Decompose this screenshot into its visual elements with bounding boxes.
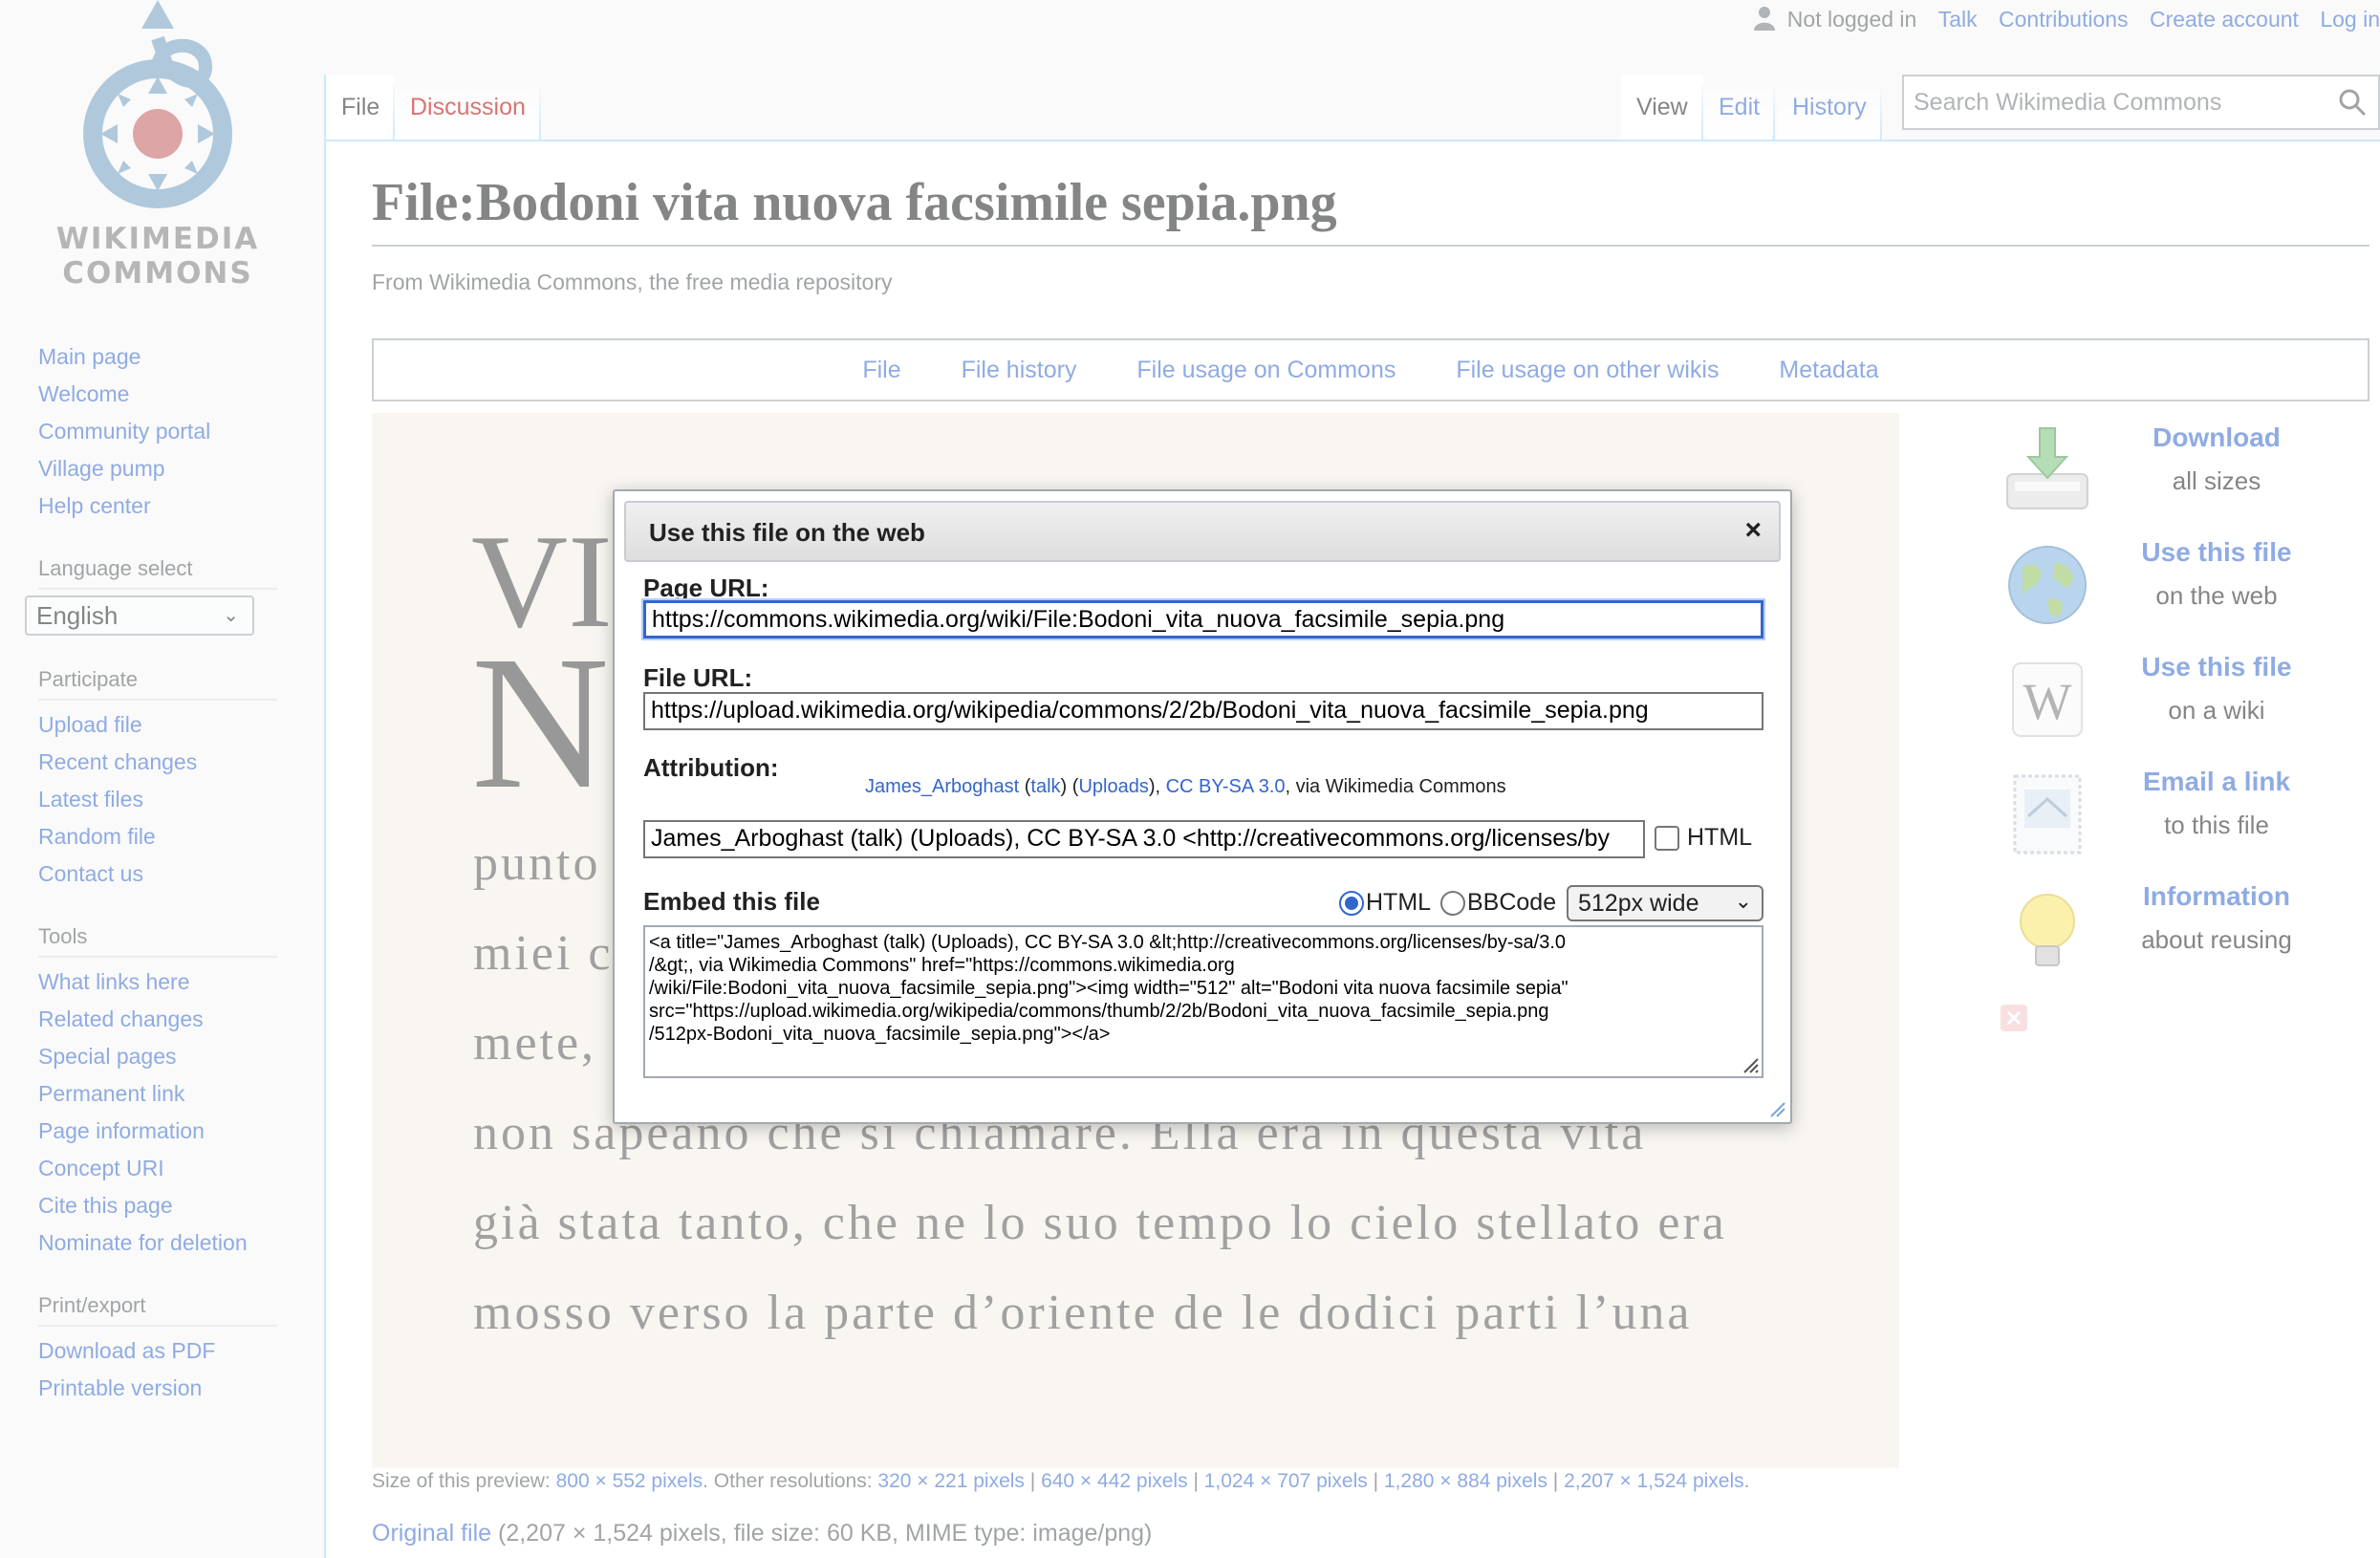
bbcode-radio[interactable] bbox=[1440, 891, 1465, 916]
attribution-via: , via Wikimedia Commons bbox=[1285, 776, 1506, 797]
html-radio-label: HTML bbox=[1366, 889, 1432, 916]
attribution-talk-link[interactable]: talk bbox=[1030, 776, 1060, 797]
embed-code-textarea[interactable]: <a title="James_Arboghast (talk) (Upload… bbox=[643, 925, 1763, 1078]
file-url-field[interactable]: https://upload.wikimedia.org/wikipedia/c… bbox=[643, 692, 1763, 730]
attribution-license-link[interactable]: CC BY-SA 3.0 bbox=[1166, 776, 1286, 797]
html-checkbox[interactable] bbox=[1655, 826, 1679, 851]
bbcode-radio-label: BBCode bbox=[1467, 889, 1557, 916]
attribution-uploads-link[interactable]: Uploads bbox=[1078, 776, 1148, 797]
embed-code-text: <a title="James_Arboghast (talk) (Upload… bbox=[649, 932, 1569, 1045]
dialog-resize-handle-icon[interactable] bbox=[1765, 1097, 1786, 1118]
use-file-on-web-dialog: Use this file on the web × Page URL: htt… bbox=[613, 489, 1792, 1124]
html-radio[interactable] bbox=[1339, 891, 1364, 916]
dialog-title: Use this file on the web bbox=[649, 518, 925, 547]
attribution-field[interactable]: James_Arboghast (talk) (Uploads), CC BY-… bbox=[643, 820, 1645, 858]
file-url-label: File URL: bbox=[643, 663, 753, 692]
size-select[interactable]: 512px wide ⌄ bbox=[1567, 885, 1763, 921]
chevron-down-icon: ⌄ bbox=[1734, 889, 1752, 913]
page-url-label: Page URL: bbox=[643, 573, 769, 602]
attribution-label: Attribution: bbox=[643, 753, 779, 782]
attribution-preview: James_Arboghast (talk) (Uploads), CC BY-… bbox=[865, 776, 1506, 797]
embed-label: Embed this file bbox=[643, 887, 820, 916]
page-url-field[interactable]: https://commons.wikimedia.org/wiki/File:… bbox=[643, 600, 1763, 638]
size-select-value: 512px wide bbox=[1578, 890, 1699, 917]
html-checkbox-label: HTML bbox=[1687, 824, 1753, 851]
attribution-author-link[interactable]: James_Arboghast bbox=[865, 776, 1019, 797]
dialog-header[interactable]: Use this file on the web × bbox=[624, 501, 1781, 562]
close-button[interactable]: × bbox=[1744, 514, 1762, 547]
resize-grip-icon[interactable] bbox=[1737, 1051, 1760, 1074]
